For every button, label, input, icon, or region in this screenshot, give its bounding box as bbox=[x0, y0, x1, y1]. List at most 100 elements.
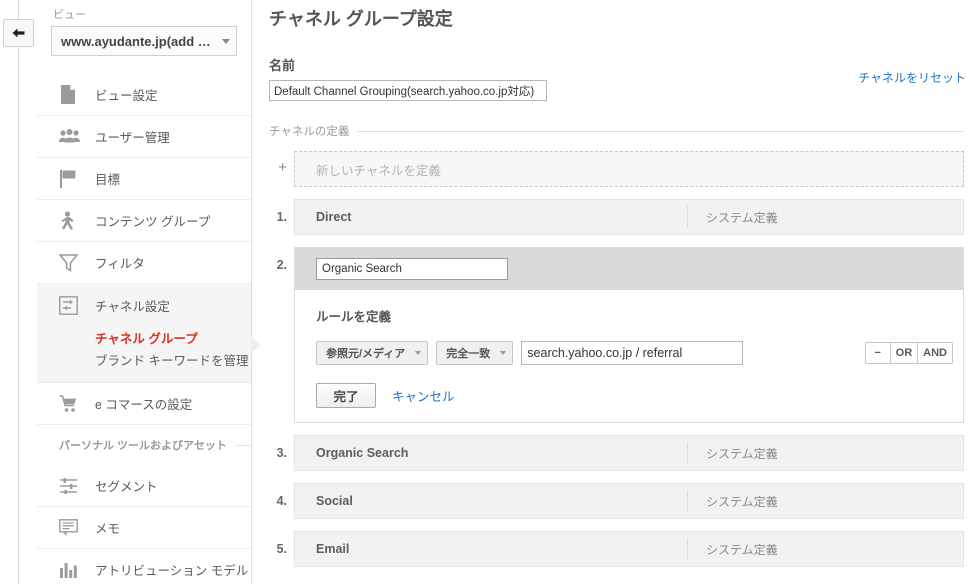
or-button[interactable]: OR bbox=[890, 343, 919, 363]
sidebar: ビュー www.ayudante.jp(add … ビュー設定 ユーザー管理 目… bbox=[37, 0, 260, 584]
users-icon bbox=[59, 127, 81, 147]
sidebar-item-label: チャネル設定 bbox=[95, 299, 170, 314]
view-selector-value: www.ayudante.jp(add … bbox=[61, 33, 211, 49]
sidebar-item-attribution-model[interactable]: アトリビューション モデル bbox=[37, 549, 251, 584]
channel-name: Email bbox=[316, 542, 350, 556]
channel-item-organic-search[interactable]: Organic Search システム定義 bbox=[294, 435, 964, 471]
rule-value-input[interactable] bbox=[521, 341, 744, 365]
app-root: ビュー www.ayudante.jp(add … ビュー設定 ユーザー管理 目… bbox=[0, 0, 972, 584]
sidebar-item-segments[interactable]: セグメント bbox=[37, 465, 251, 507]
rule-match-type-select[interactable]: 完全一致 bbox=[436, 341, 514, 365]
channel-settings-icon bbox=[59, 295, 81, 315]
rail-divider bbox=[18, 0, 19, 584]
definitions-legend-label: チャネルの定義 bbox=[269, 126, 350, 138]
chevron-down-icon bbox=[415, 351, 422, 355]
sidebar-item-label: ビュー設定 bbox=[95, 89, 158, 103]
channel-item-social[interactable]: Social システム定義 bbox=[294, 483, 964, 519]
main-content: チャネル グループ設定 名前 チャネルをリセット チャネルの定義 + 新しいチャ… bbox=[252, 0, 972, 584]
channel-row: 4. Social システム定義 bbox=[266, 483, 964, 519]
channel-index: 2. bbox=[276, 258, 287, 272]
document-icon bbox=[59, 85, 81, 105]
sidebar-item-label: e コマースの設定 bbox=[95, 398, 193, 412]
flag-icon bbox=[59, 169, 81, 189]
sidebar-item-label: コンテンツ グループ bbox=[95, 215, 211, 229]
view-selector[interactable]: www.ayudante.jp(add … bbox=[51, 26, 237, 56]
channel-body: Social システム定義 bbox=[294, 483, 964, 519]
define-new-channel-button[interactable]: 新しいチャネルを定義 bbox=[294, 151, 964, 187]
back-arrow-icon bbox=[11, 27, 26, 40]
remove-rule-button[interactable]: − bbox=[865, 343, 891, 363]
channel-index: 1. bbox=[276, 210, 287, 224]
new-channel-row: + 新しいチャネルを定義 bbox=[266, 151, 964, 187]
note-icon bbox=[59, 518, 81, 538]
section-divider bbox=[234, 444, 251, 446]
channel-editor-header bbox=[295, 248, 963, 290]
reset-channels-link[interactable]: チャネルをリセット bbox=[858, 69, 966, 86]
channel-index: 3. bbox=[276, 446, 287, 460]
sidebar-item-label: 目標 bbox=[95, 173, 121, 187]
channel-body: Direct システム定義 bbox=[294, 199, 964, 235]
sidebar-nav: ビュー設定 ユーザー管理 目標 コンテンツ グループ フィルタ チャネル設定 チ… bbox=[37, 74, 260, 584]
sidebar-section-title: パーソナル ツールおよびアセット bbox=[59, 440, 227, 452]
chevron-down-icon bbox=[500, 351, 507, 355]
sidebar-item-content-groups[interactable]: コンテンツ グループ bbox=[37, 200, 251, 242]
page-title: チャネル グループ設定 bbox=[269, 9, 453, 29]
sidebar-item-label: ユーザー管理 bbox=[95, 131, 170, 145]
funnel-icon bbox=[59, 253, 81, 273]
view-label: ビュー bbox=[53, 9, 86, 21]
channel-system-tag: システム定義 bbox=[706, 210, 778, 225]
define-rule-title: ルールを定義 bbox=[316, 310, 392, 324]
sidebar-item-channel-grouping[interactable]: チャネル グループ bbox=[37, 326, 251, 348]
channel-name: Direct bbox=[316, 210, 352, 224]
channel-body: Email システム定義 bbox=[294, 531, 964, 567]
channel-row-editing: 2. ルールを定義 参照元/メディア bbox=[266, 247, 964, 423]
legend-divider bbox=[357, 130, 964, 132]
channel-editor-body: ルールを定義 参照元/メディア 完全一致 bbox=[294, 247, 964, 423]
channel-body: Organic Search システム定義 bbox=[294, 435, 964, 471]
rule-logic-buttons: − OR AND bbox=[864, 342, 953, 364]
sidebar-item-notes[interactable]: メモ bbox=[37, 507, 251, 549]
sidebar-item-label: フィルタ bbox=[95, 257, 145, 271]
person-walking-icon bbox=[59, 211, 81, 231]
channel-editor: ルールを定義 参照元/メディア 完全一致 bbox=[294, 247, 964, 423]
channel-name-input[interactable] bbox=[316, 258, 508, 280]
definitions-legend: チャネルの定義 bbox=[266, 123, 964, 139]
channel-item-email[interactable]: Email システム定義 bbox=[294, 531, 964, 567]
sidebar-item-channel-settings[interactable]: チャネル設定 bbox=[37, 284, 251, 326]
channel-index: 5. bbox=[276, 542, 287, 556]
sidebar-section-header: パーソナル ツールおよびアセット bbox=[37, 425, 251, 465]
sidebar-item-label: セグメント bbox=[95, 480, 158, 494]
editor-actions: 完了 キャンセル bbox=[316, 383, 963, 408]
sidebar-item-brand-keywords[interactable]: ブランド キーワードを管理 bbox=[37, 348, 251, 370]
cart-icon bbox=[59, 394, 81, 414]
sidebar-item-user-management[interactable]: ユーザー管理 bbox=[37, 116, 251, 158]
sidebar-item-filters[interactable]: フィルタ bbox=[37, 242, 251, 284]
rule-match-type-value: 完全一致 bbox=[446, 348, 491, 360]
and-button[interactable]: AND bbox=[918, 343, 952, 363]
sidebar-item-view-settings[interactable]: ビュー設定 bbox=[37, 74, 251, 116]
channel-name: Organic Search bbox=[316, 446, 409, 460]
sidebar-item-goals[interactable]: 目標 bbox=[37, 158, 251, 200]
sidebar-item-ecommerce-settings[interactable]: e コマースの設定 bbox=[37, 383, 251, 425]
segment-icon bbox=[59, 476, 81, 496]
channel-system-tag: システム定義 bbox=[706, 446, 778, 461]
channel-item-direct[interactable]: Direct システム定義 bbox=[294, 199, 964, 235]
channel-system-tag: システム定義 bbox=[706, 494, 778, 509]
cancel-link[interactable]: キャンセル bbox=[392, 386, 455, 405]
grouping-name-input[interactable] bbox=[269, 80, 547, 101]
bar-chart-icon bbox=[59, 560, 81, 580]
channel-row: 5. Email システム定義 bbox=[266, 531, 964, 567]
new-channel-body: 新しいチャネルを定義 bbox=[294, 151, 964, 187]
channel-system-tag: システム定義 bbox=[706, 542, 778, 557]
left-rail bbox=[0, 0, 37, 584]
chevron-down-icon bbox=[222, 38, 230, 44]
rule-dimension-value: 参照元/メディア bbox=[326, 348, 406, 360]
view-selector-block: ビュー www.ayudante.jp(add … bbox=[37, 0, 251, 56]
channel-editor-body-inner: ルールを定義 参照元/メディア 完全一致 search.yahoo.co.jp … bbox=[295, 290, 963, 422]
rule-row: 参照元/メディア 完全一致 − OR AND bbox=[316, 341, 963, 365]
rule-dimension-select[interactable]: 参照元/メディア bbox=[316, 341, 429, 365]
done-button[interactable]: 完了 bbox=[316, 383, 376, 408]
back-button[interactable] bbox=[3, 19, 34, 47]
channel-row: 1. Direct システム定義 bbox=[266, 199, 964, 235]
add-channel-plus-icon[interactable]: + bbox=[266, 151, 294, 176]
